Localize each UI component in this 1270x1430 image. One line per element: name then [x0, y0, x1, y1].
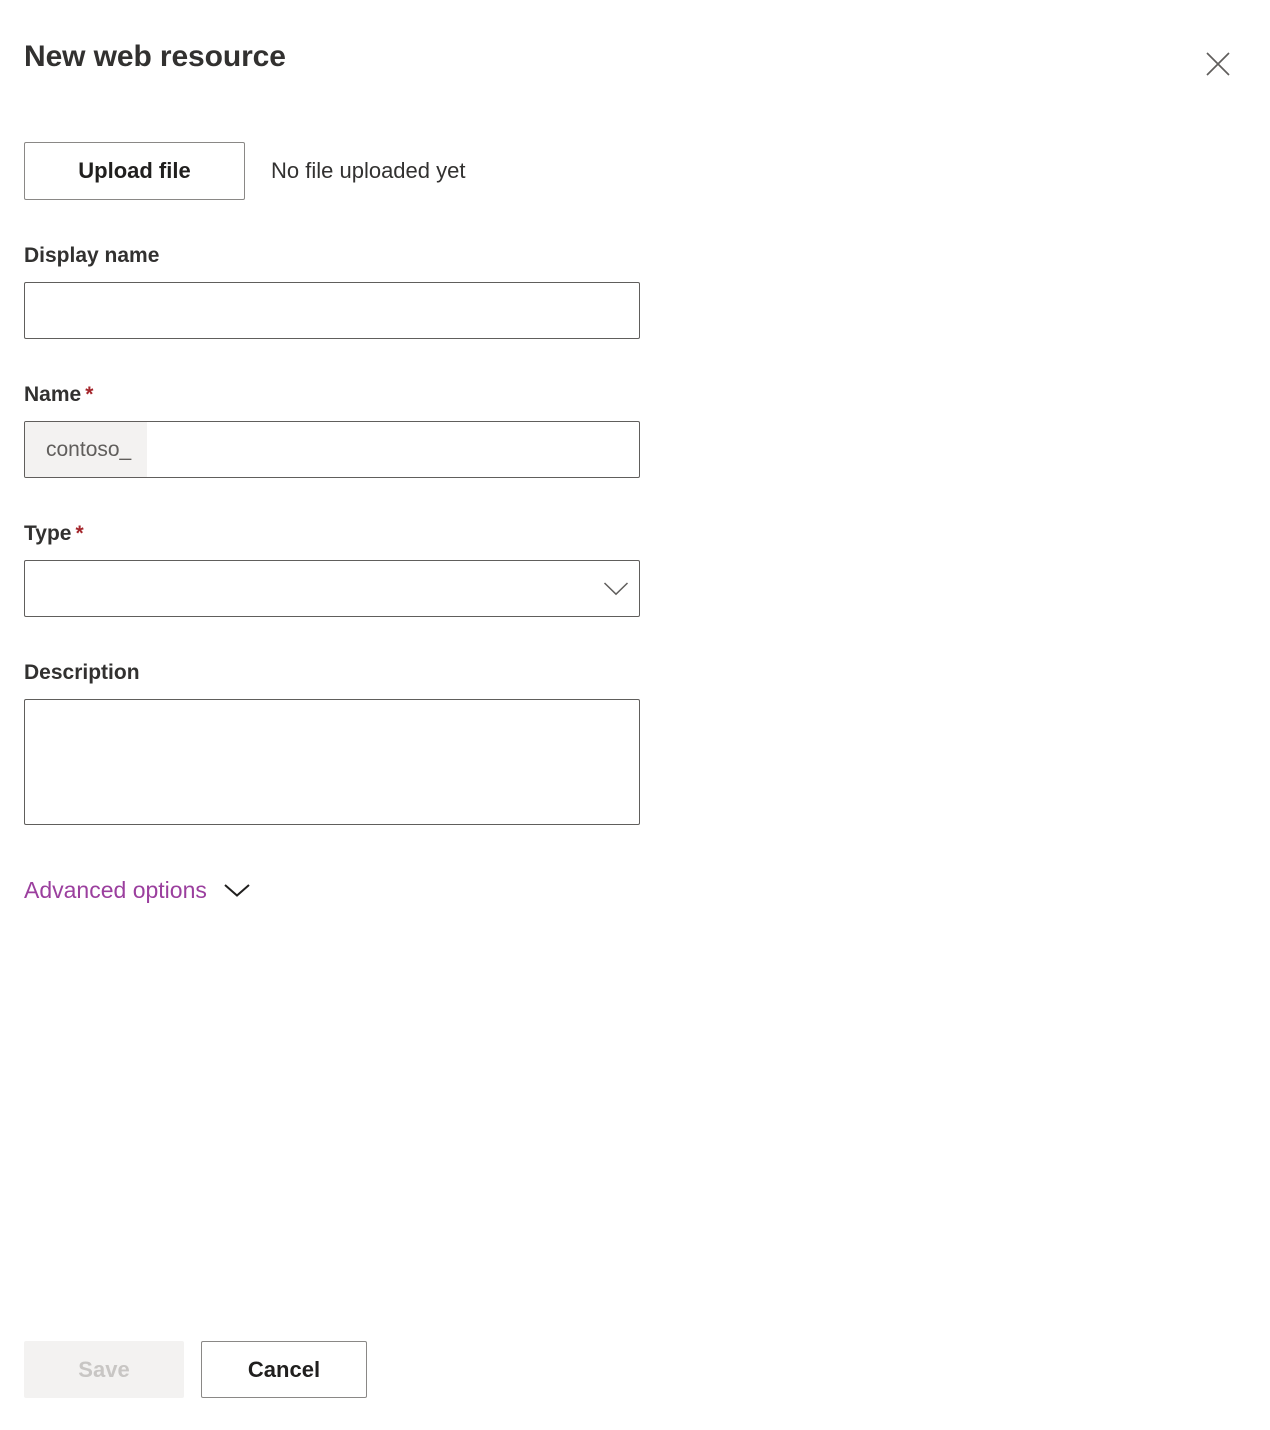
page-title: New web resource: [24, 40, 286, 73]
name-required-asterisk: *: [85, 383, 94, 406]
cancel-button[interactable]: Cancel: [201, 1341, 367, 1398]
panel-footer: Save Cancel: [0, 1341, 1270, 1430]
name-label: Name *: [24, 381, 1246, 409]
advanced-options-label: Advanced options: [24, 877, 207, 903]
name-input-wrapper: contoso_: [24, 421, 640, 478]
description-textarea[interactable]: [24, 699, 640, 825]
chevron-down-icon: [223, 882, 251, 898]
name-input[interactable]: [147, 422, 639, 477]
chevron-down-icon: [593, 581, 639, 597]
type-required-asterisk: *: [75, 522, 84, 545]
name-label-text: Name: [24, 383, 82, 406]
field-display-name: Display name: [24, 242, 1246, 339]
display-name-label: Display name: [24, 242, 1246, 270]
close-button[interactable]: [1196, 42, 1240, 86]
field-description: Description: [24, 659, 1246, 825]
new-web-resource-panel: New web resource Upload file No file upl…: [0, 0, 1270, 1430]
advanced-options-toggle[interactable]: Advanced options: [24, 875, 251, 905]
field-type: Type *: [24, 520, 1246, 617]
upload-status-text: No file uploaded yet: [271, 158, 466, 183]
display-name-label-text: Display name: [24, 244, 160, 267]
type-dropdown[interactable]: [24, 560, 640, 617]
description-label: Description: [24, 659, 1246, 687]
upload-file-button[interactable]: Upload file: [24, 142, 245, 200]
field-name: Name * contoso_: [24, 381, 1246, 478]
name-prefix-text: contoso_: [25, 422, 148, 477]
display-name-input[interactable]: [24, 282, 640, 339]
panel-header: New web resource: [0, 0, 1270, 110]
close-icon: [1205, 51, 1231, 77]
save-button[interactable]: Save: [24, 1341, 184, 1398]
panel-body: Upload file No file uploaded yet Display…: [0, 110, 1270, 1341]
type-label: Type *: [24, 520, 1246, 548]
description-label-text: Description: [24, 661, 140, 684]
upload-file-row: Upload file No file uploaded yet: [24, 142, 1246, 200]
type-label-text: Type: [24, 522, 72, 545]
